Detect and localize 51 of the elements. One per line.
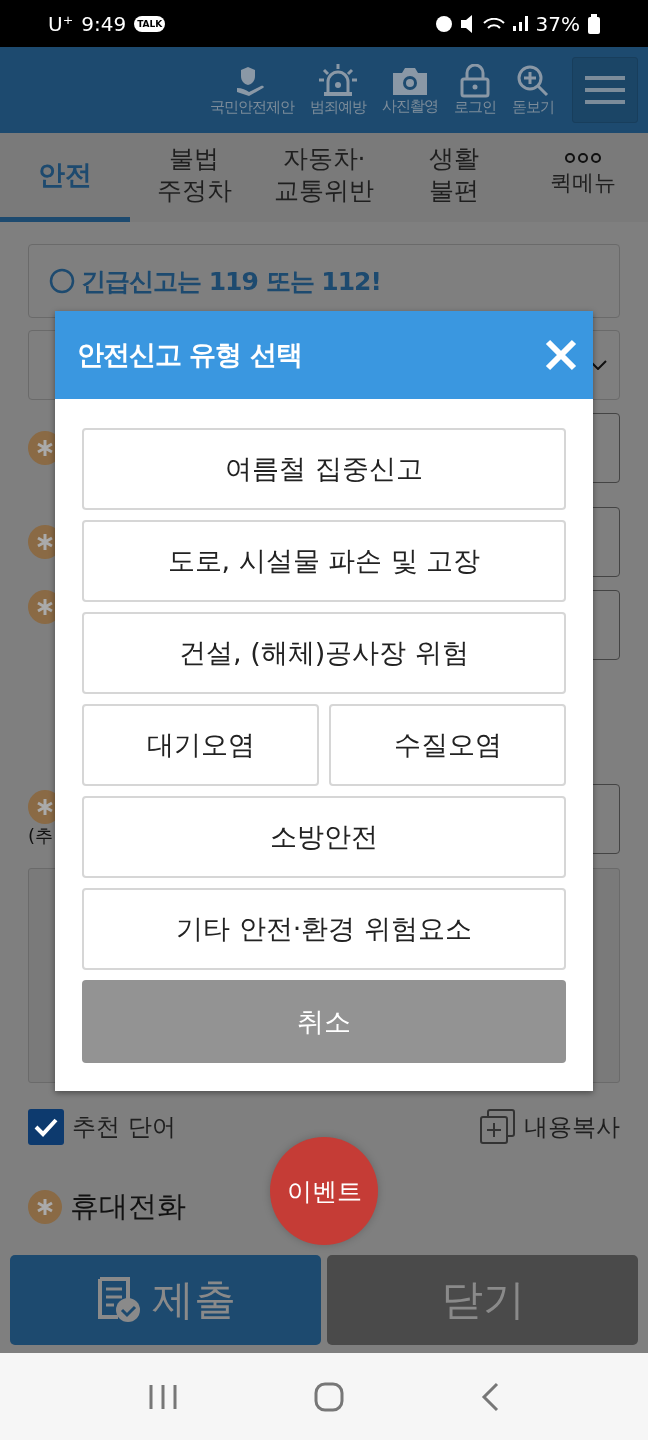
talk-badge: TALK [134,15,166,32]
home-icon[interactable] [314,1381,344,1412]
option-button[interactable]: 기타 안전·환경 위험요소 [82,888,566,970]
mute-icon [460,14,475,33]
header-link[interactable]: 범죄예방 [310,97,366,117]
zoom-in-icon [516,63,550,98]
option-button[interactable]: 수질오염 [329,704,566,786]
circle-icon [49,268,75,294]
submit-button[interactable]: 제출 [10,1255,321,1345]
wifi-icon [482,17,505,30]
recent-apps-icon[interactable] [148,1382,178,1411]
notice-text: 긴급신고는 119 또는 112! [81,265,381,298]
siren-icon [318,63,358,98]
battery-icon [588,13,600,34]
header-link[interactable]: 국민안전제안 [210,97,294,117]
close-button[interactable]: 닫기 [327,1255,638,1345]
battery-level: 37% [535,11,580,36]
dialog-title: 안전신고 유형 선택 [77,338,302,372]
checkbox[interactable] [28,1109,64,1145]
cancel-button[interactable]: 취소 [82,980,566,1063]
asterisk-icon [28,1190,62,1224]
phone-label: 휴대전화 [70,1188,186,1225]
checkbox-label: 추천 단어 [72,1112,176,1143]
option-button[interactable]: 대기오염 [82,704,319,786]
option-button[interactable]: 건설, (해체)공사장 위험 [82,612,566,694]
menu-button[interactable] [572,57,638,123]
lock-icon [460,63,490,98]
signal-icon [512,16,528,31]
header-link[interactable]: 돋보기 [512,97,554,117]
copy-link[interactable]: 내용복사 [524,1111,620,1143]
check-icon [34,1117,58,1137]
option-button[interactable]: 도로, 시설물 파손 및 고장 [82,520,566,602]
header-link[interactable]: 로그인 [454,97,496,117]
document-check-icon [95,1277,142,1323]
menu-icon [585,75,625,105]
event-button[interactable]: 이벤트 [270,1137,378,1245]
tab[interactable]: 불법 주정차 [129,133,260,222]
back-icon[interactable] [480,1381,500,1412]
option-button[interactable]: 여름철 집중신고 [82,428,566,510]
tab[interactable]: 안전 [0,133,130,222]
tab[interactable]: 생활 불편 [388,133,519,222]
more-icon [565,152,602,163]
option-button[interactable]: 소방안전 [82,796,566,878]
carrier: U⁺ [48,11,74,36]
tab[interactable]: 자동차· 교통위반 [259,133,389,222]
close-icon[interactable] [545,339,577,371]
tab[interactable]: 퀵메뉴 [518,133,648,222]
copy-add-icon[interactable] [480,1109,516,1145]
header-link[interactable]: 사진촬영 [382,96,438,116]
clock: 9:49 [81,11,127,36]
note-text: (추 [28,824,55,848]
